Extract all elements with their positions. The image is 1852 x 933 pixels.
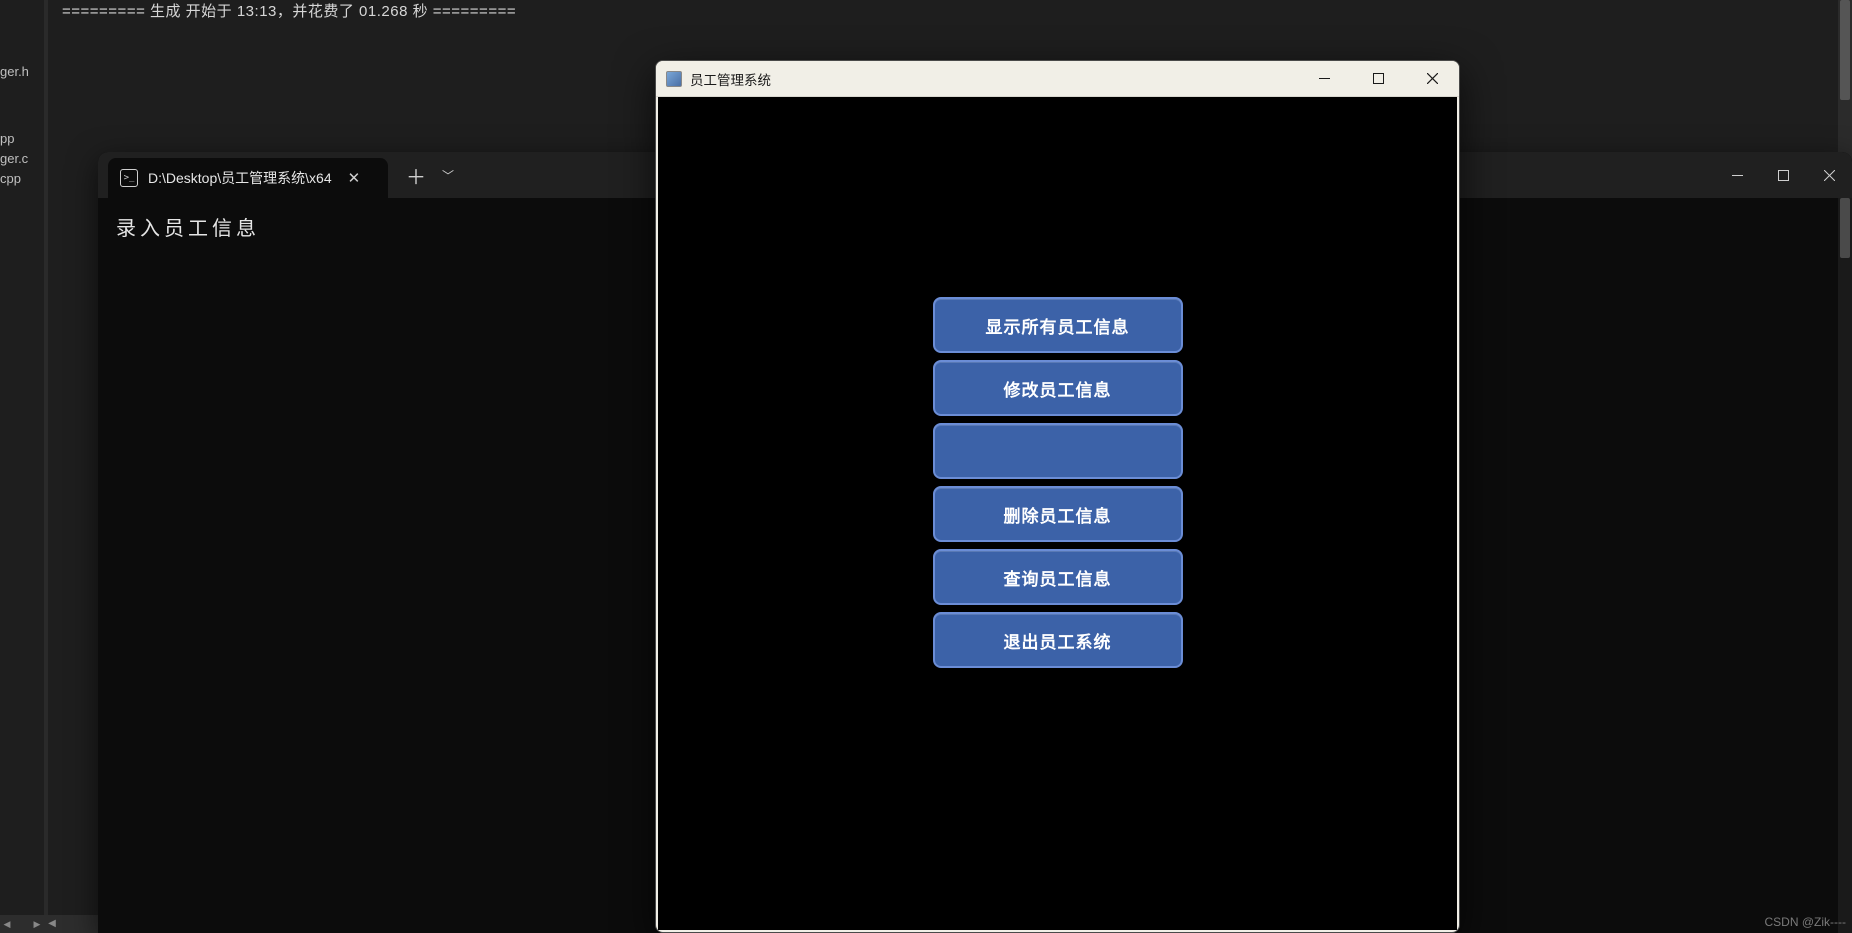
close-button[interactable]: [1409, 64, 1455, 94]
app-titlebar[interactable]: 员工管理系统: [656, 61, 1459, 97]
terminal-vertical-scrollbar[interactable]: [1838, 198, 1852, 933]
terminal-tab[interactable]: D:\Desktop\员工管理系统\x64 ✕: [108, 158, 388, 198]
new-tab-button[interactable]: ＋: [406, 161, 426, 190]
maximize-button[interactable]: [1760, 152, 1806, 198]
maximize-button[interactable]: [1355, 64, 1401, 94]
delete-employee-button[interactable]: 删除员工信息: [933, 486, 1183, 542]
minimize-button[interactable]: [1714, 152, 1760, 198]
close-button[interactable]: [1806, 152, 1852, 198]
scroll-right-icon[interactable]: ▶: [32, 919, 42, 929]
terminal-scrollbar-thumb[interactable]: [1840, 198, 1850, 258]
project-tree-file[interactable]: pp: [0, 131, 14, 146]
tree-horizontal-scrollbar[interactable]: ◀ ▶: [0, 915, 44, 933]
terminal-icon: [120, 169, 138, 187]
scroll-left-icon[interactable]: ◀: [46, 918, 58, 930]
ide-scrollbar-thumb[interactable]: [1840, 0, 1850, 100]
watermark: CSDN @Zik----: [1765, 915, 1847, 929]
tab-dropdown-icon[interactable]: ﹀: [442, 167, 454, 184]
project-tree-file[interactable]: ger.h: [0, 64, 29, 79]
edit-employee-button[interactable]: 修改员工信息: [933, 360, 1183, 416]
ide-divider: [44, 0, 48, 933]
query-employee-button[interactable]: 查询员工信息: [933, 549, 1183, 605]
terminal-tab-title: D:\Desktop\员工管理系统\x64: [148, 168, 332, 188]
close-tab-icon[interactable]: ✕: [348, 169, 361, 187]
project-tree-file[interactable]: ger.c: [0, 151, 28, 166]
blank-button[interactable]: [933, 423, 1183, 479]
minimize-button[interactable]: [1301, 64, 1347, 94]
project-tree-file[interactable]: cpp: [0, 171, 21, 186]
app-title: 员工管理系统: [690, 69, 771, 89]
terminal-output-line: 录入员工信息: [116, 218, 260, 240]
show-all-employees-button[interactable]: 显示所有员工信息: [933, 297, 1183, 353]
build-output-line: ========= 生成 开始于 13:13，并花费了 01.268 秒 ===…: [48, 0, 1852, 28]
project-tree-sliver: ger.h pp ger.c cpp: [0, 0, 40, 933]
app-body: 显示所有员工信息 修改员工信息 删除员工信息 查询员工信息 退出员工系统: [658, 97, 1457, 930]
app-icon: [666, 71, 682, 87]
scroll-left-icon[interactable]: ◀: [2, 919, 12, 929]
build-output-text: ========= 生成 开始于 13:13，并花费了 01.268 秒 ===…: [62, 3, 516, 20]
app-window: 员工管理系统 显示所有员工信息 修改员工信息 删除员工信息 查询员工信息 退出员…: [655, 60, 1460, 933]
exit-system-button[interactable]: 退出员工系统: [933, 612, 1183, 668]
